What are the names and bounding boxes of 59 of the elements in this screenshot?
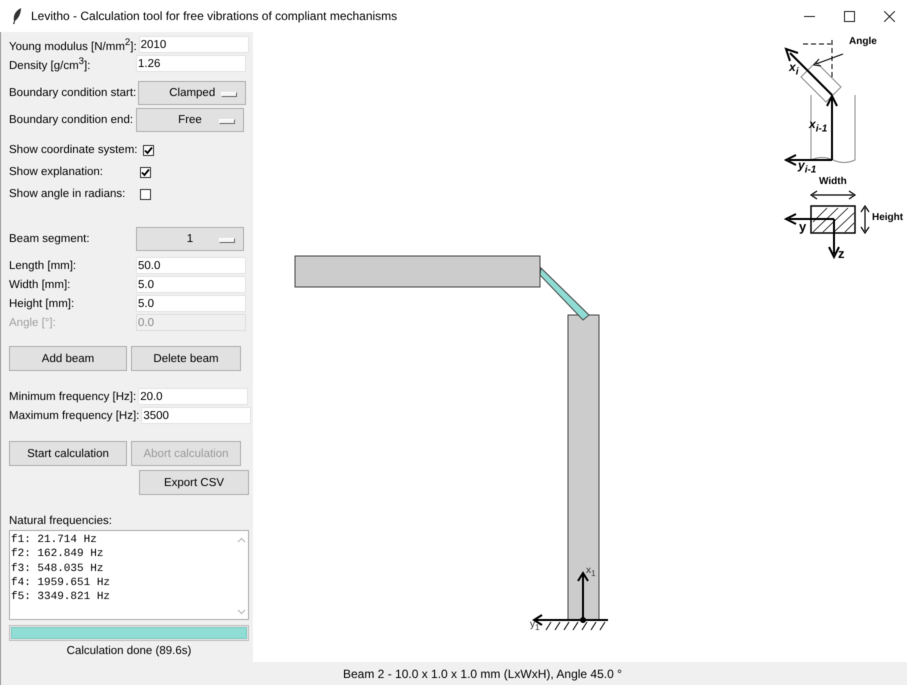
- action-button[interactable]: Add beam: [9, 346, 127, 371]
- checkbox-label: Show explanation:: [9, 166, 104, 178]
- result-line: f1: 21.714 Hz: [11, 533, 98, 548]
- result-line: f2: 162.849 Hz: [11, 547, 104, 562]
- field-label: Density [g/cm$^{3}$]:: [9, 56, 92, 72]
- input-field[interactable]: 2010: [138, 36, 249, 53]
- results-label: Natural frequencies:: [9, 515, 113, 529]
- axis-label: x$_{i}$: [789, 61, 798, 78]
- export-button[interactable]: Export CSV: [139, 470, 249, 495]
- axis-label: y: [799, 220, 806, 233]
- dropdown-indicator-icon: [221, 92, 238, 96]
- axis-label: x$_{1}$: [586, 566, 596, 578]
- action-button[interactable]: Delete beam: [131, 346, 241, 371]
- field-label: Minimum frequency [Hz]:: [9, 390, 138, 402]
- checkbox[interactable]: [140, 188, 151, 200]
- input-field[interactable]: 20.0: [138, 388, 248, 405]
- checkbox-label: Show angle in radians:: [9, 188, 126, 200]
- progress-status: Calculation done (89.6s): [66, 645, 192, 657]
- field-label: Boundary condition end:: [9, 114, 134, 126]
- checkbox[interactable]: [143, 144, 154, 156]
- action-button[interactable]: Start calculation: [9, 441, 127, 466]
- checkbox[interactable]: [140, 166, 151, 178]
- dropdown-button[interactable]: Free: [136, 108, 244, 132]
- field-label: Beam segment:: [9, 232, 91, 244]
- field-label: Boundary condition start:: [9, 86, 138, 98]
- window-title: Levitho - Calculation tool for free vibrations of compliant mechanisms: [31, 9, 398, 23]
- width-label: Width: [819, 177, 847, 187]
- clamp-support-drawing: [543, 619, 608, 630]
- result-line: f4: 1959.651 Hz: [11, 576, 112, 590]
- input-field[interactable]: 3500: [141, 407, 252, 424]
- checkbox-label: Show coordinate system:: [9, 144, 138, 156]
- field-label: Angle [°]:: [9, 316, 57, 328]
- field-label: Width [mm]:: [9, 278, 72, 290]
- input-field[interactable]: 1.26: [136, 55, 246, 72]
- dropdown-indicator-icon: [219, 238, 235, 242]
- dropdown-indicator-icon: [219, 118, 235, 124]
- dropdown-button[interactable]: Clamped: [138, 80, 246, 104]
- dropdown-button[interactable]: 1: [136, 226, 244, 250]
- beam-segment[interactable]: [568, 314, 600, 620]
- feather-icon: [12, 8, 22, 24]
- beam-segment[interactable]: [294, 256, 540, 288]
- axis-label: y$_{i-1}$: [798, 159, 816, 176]
- close-icon[interactable]: [884, 10, 895, 22]
- input-field[interactable]: 5.0: [136, 276, 246, 293]
- axis-label: z: [838, 247, 844, 260]
- field-label: Length [mm]:: [9, 260, 78, 272]
- input-field[interactable]: 50.0: [136, 257, 246, 274]
- axis-label: x$_{i-1}$: [809, 118, 828, 134]
- height-label: Height: [872, 213, 904, 223]
- field-label: Young modulus [N/mm$^{2}$]:: [9, 36, 138, 52]
- maximize-icon[interactable]: [844, 10, 855, 22]
- angle-label: Angle: [849, 37, 877, 47]
- field-label: Height [mm]:: [9, 298, 76, 310]
- result-line: f5: 3349.821 Hz: [11, 590, 112, 604]
- field-label: Maximum frequency [Hz]:: [9, 410, 140, 422]
- result-line: f3: 548.035 Hz: [11, 562, 104, 576]
- axis-label: y$_{1}$: [530, 620, 540, 632]
- input-field[interactable]: 5.0: [136, 295, 246, 312]
- beam-segment[interactable]: [539, 266, 590, 321]
